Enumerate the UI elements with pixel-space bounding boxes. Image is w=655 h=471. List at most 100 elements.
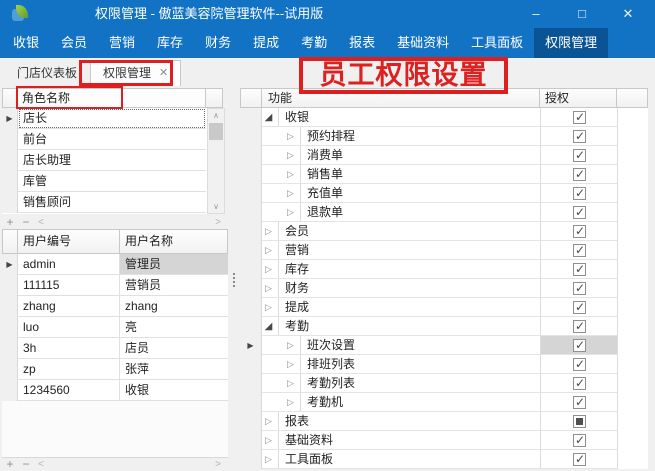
role-name-cell[interactable]: 店长	[18, 108, 206, 129]
role-row[interactable]: 销售顾问	[2, 192, 207, 213]
expand-icon[interactable]: ▷	[262, 264, 275, 275]
user-id-cell[interactable]: 3h	[18, 338, 120, 359]
expand-icon[interactable]: ▷	[262, 454, 275, 465]
checkbox-checked-icon[interactable]	[573, 339, 586, 352]
expand-icon[interactable]: ▷	[284, 188, 297, 199]
function-cell[interactable]: ▷排班列表	[262, 355, 540, 374]
authorize-cell[interactable]	[540, 336, 617, 355]
menu-item-营销[interactable]: 营销	[98, 28, 146, 58]
expand-icon[interactable]: ▷	[284, 340, 297, 351]
expand-icon[interactable]: ▷	[262, 283, 275, 294]
function-cell[interactable]: ▷库存	[262, 260, 540, 279]
authorize-cell[interactable]	[540, 222, 617, 241]
checkbox-checked-icon[interactable]	[573, 453, 586, 466]
tree-row[interactable]: ▷营销	[240, 241, 648, 260]
checkbox-checked-icon[interactable]	[573, 206, 586, 219]
role-vertical-scrollbar[interactable]: ∧ ∨	[207, 108, 225, 214]
expand-icon[interactable]: ▷	[262, 435, 275, 446]
role-row[interactable]: 店长助理	[2, 150, 207, 171]
expand-icon[interactable]: ▷	[262, 302, 275, 313]
expand-icon[interactable]: ▷	[262, 245, 275, 256]
tree-row[interactable]: ▷排班列表	[240, 355, 648, 374]
checkbox-checked-icon[interactable]	[573, 320, 586, 333]
checkbox-checked-icon[interactable]	[573, 149, 586, 162]
function-cell[interactable]: ▷财务	[262, 279, 540, 298]
tree-row[interactable]: ▷销售单	[240, 165, 648, 184]
checkbox-checked-icon[interactable]	[573, 301, 586, 314]
checkbox-checked-icon[interactable]	[573, 358, 586, 371]
expand-icon[interactable]: ▷	[284, 207, 297, 218]
user-id-cell[interactable]: zhang	[18, 296, 120, 317]
menu-item-提成[interactable]: 提成	[242, 28, 290, 58]
horizontal-scrollbar[interactable]	[48, 459, 211, 471]
checkbox-checked-icon[interactable]	[573, 282, 586, 295]
function-cell[interactable]: ▷消费单	[262, 146, 540, 165]
user-id-column-header[interactable]: 用户编号	[18, 229, 120, 254]
user-name-cell[interactable]: 收银	[120, 380, 228, 401]
function-cell[interactable]: ◢考勤	[262, 317, 540, 336]
menu-item-考勤[interactable]: 考勤	[290, 28, 338, 58]
authorize-cell[interactable]	[540, 317, 617, 336]
menu-item-库存[interactable]: 库存	[146, 28, 194, 58]
checkbox-checked-icon[interactable]	[573, 263, 586, 276]
user-name-cell[interactable]: 亮	[120, 317, 228, 338]
function-cell[interactable]: ▷退款单	[262, 203, 540, 222]
user-row[interactable]: 111115营销员	[2, 275, 228, 296]
authorize-cell[interactable]	[540, 241, 617, 260]
tree-row[interactable]: ◢考勤	[240, 317, 648, 336]
tree-row[interactable]: ▷消费单	[240, 146, 648, 165]
role-name-cell[interactable]: 销售顾问	[18, 192, 206, 213]
role-name-column-header[interactable]: 角色名称	[18, 88, 206, 108]
authorize-cell[interactable]	[540, 298, 617, 317]
user-row[interactable]: luo亮	[2, 317, 228, 338]
menu-item-权限管理[interactable]: 权限管理	[534, 28, 608, 58]
user-row[interactable]: 1234560收银	[2, 380, 228, 401]
close-button[interactable]: ✕	[605, 0, 651, 28]
expand-icon[interactable]: ▷	[262, 416, 275, 427]
collapse-icon[interactable]: ◢	[262, 112, 275, 123]
tree-row[interactable]: ▷提成	[240, 298, 648, 317]
authorize-cell[interactable]	[540, 260, 617, 279]
collapse-icon[interactable]: ◢	[262, 321, 275, 332]
role-name-cell[interactable]: 前台	[18, 129, 206, 150]
authorize-cell[interactable]	[540, 108, 617, 127]
function-cell[interactable]: ▷考勤机	[262, 393, 540, 412]
function-cell[interactable]: ▷预约排程	[262, 127, 540, 146]
user-name-cell[interactable]: 管理员	[120, 254, 228, 275]
tree-row[interactable]: ▷考勤列表	[240, 374, 648, 393]
checkbox-checked-icon[interactable]	[573, 187, 586, 200]
tree-row[interactable]: ▷充值单	[240, 184, 648, 203]
tab-权限管理[interactable]: 权限管理✕	[90, 60, 181, 86]
checkbox-indeterminate-icon[interactable]	[573, 415, 586, 428]
scroll-down-icon[interactable]: ∨	[208, 200, 224, 213]
role-row[interactable]: 库管	[2, 171, 207, 192]
user-name-column-header[interactable]: 用户名称	[120, 229, 228, 254]
menu-item-收银[interactable]: 收银	[2, 28, 50, 58]
authorize-cell[interactable]	[540, 184, 617, 203]
authorize-cell[interactable]	[540, 412, 617, 431]
panel-splitter[interactable]	[228, 88, 240, 471]
user-name-cell[interactable]: 张萍	[120, 359, 228, 380]
tree-row[interactable]: ▷报表	[240, 412, 648, 431]
user-row[interactable]: 3h店员	[2, 338, 228, 359]
menu-item-报表[interactable]: 报表	[338, 28, 386, 58]
expand-icon[interactable]: ▷	[284, 397, 297, 408]
authorize-cell[interactable]	[540, 203, 617, 222]
scrollbar-thumb[interactable]	[209, 123, 223, 140]
checkbox-checked-icon[interactable]	[573, 130, 586, 143]
function-cell[interactable]: ▷会员	[262, 222, 540, 241]
expand-icon[interactable]: ▷	[262, 226, 275, 237]
authorize-column-header[interactable]: 授权	[540, 88, 617, 108]
tree-row[interactable]: ▷会员	[240, 222, 648, 241]
user-id-cell[interactable]: 1234560	[18, 380, 120, 401]
add-row-button[interactable]: +	[2, 458, 18, 471]
menu-item-财务[interactable]: 财务	[194, 28, 242, 58]
tree-row[interactable]: ◢收银	[240, 108, 648, 127]
function-cell[interactable]: ◢收银	[262, 108, 540, 127]
role-name-cell[interactable]: 库管	[18, 171, 206, 192]
function-cell[interactable]: ▷班次设置	[262, 336, 540, 355]
tree-row[interactable]: ▷工具面板	[240, 450, 648, 469]
authorize-cell[interactable]	[540, 374, 617, 393]
user-row[interactable]: zhangzhang	[2, 296, 228, 317]
user-id-cell[interactable]: 111115	[18, 275, 120, 296]
